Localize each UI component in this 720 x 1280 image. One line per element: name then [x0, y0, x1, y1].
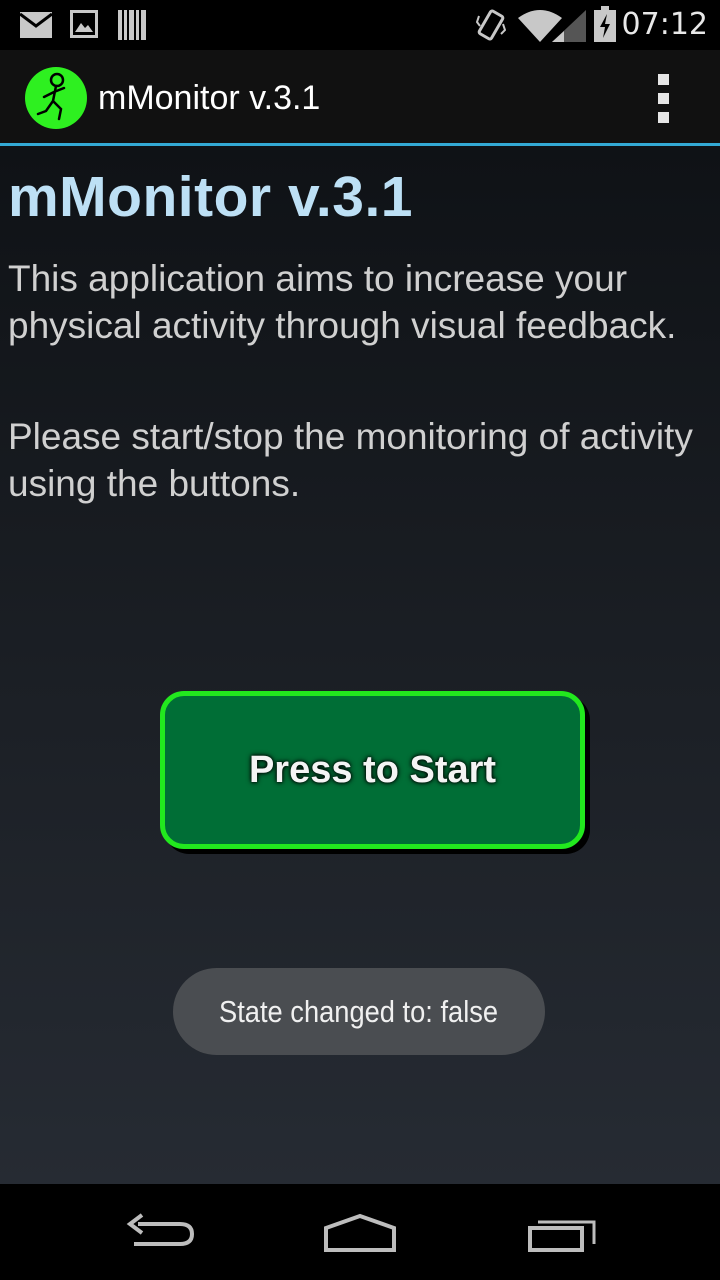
instructions-paragraph: Please start/stop the monitoring of acti… — [8, 416, 693, 504]
start-monitoring-button[interactable]: Press to Start — [160, 691, 585, 849]
vibrate-icon — [476, 9, 506, 41]
barcode-icon — [118, 10, 146, 40]
toast-text: State changed to: false — [219, 993, 499, 1029]
main-content: mMonitor v.3.1 This application aims to … — [0, 146, 720, 1184]
action-bar-title: mMonitor v.3.1 — [98, 79, 321, 117]
running-figure-icon — [25, 67, 87, 129]
recent-apps-icon — [528, 1220, 596, 1252]
mail-icon — [20, 12, 52, 38]
navigation-bar — [0, 1184, 720, 1280]
page-title: mMonitor v.3.1 — [8, 165, 413, 229]
home-button[interactable] — [320, 1204, 400, 1260]
image-icon — [70, 10, 98, 38]
action-bar: mMonitor v.3.1 — [0, 50, 720, 146]
overflow-menu-button[interactable] — [640, 70, 688, 126]
back-button[interactable] — [120, 1204, 200, 1260]
home-icon — [324, 1213, 396, 1252]
back-icon — [126, 1213, 195, 1246]
recent-apps-button[interactable] — [522, 1204, 602, 1260]
status-bar: 07:12 — [0, 0, 720, 50]
signal-icon — [552, 10, 586, 42]
toast-message: State changed to: false — [173, 968, 545, 1055]
battery-charging-icon — [594, 6, 616, 42]
start-button-label: Press to Start — [248, 748, 497, 791]
status-time: 07:12 — [621, 7, 708, 42]
app-screen: 07:12 mMonitor v.3.1 mMonitor v.3.1 This… — [0, 0, 720, 1280]
description-paragraph: This application aims to increase your p… — [8, 258, 677, 346]
